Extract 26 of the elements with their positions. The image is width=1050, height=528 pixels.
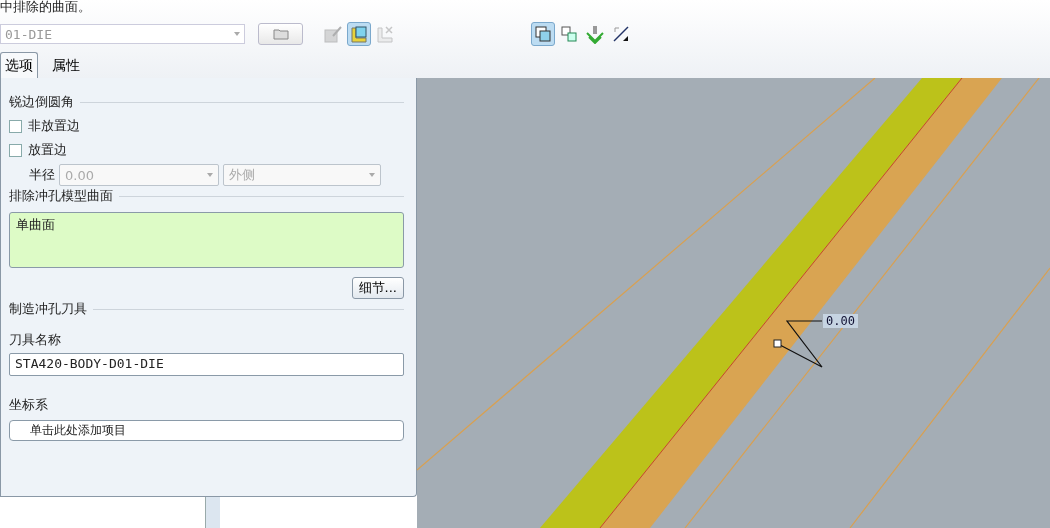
folder-icon — [272, 28, 289, 40]
drag-handle[interactable] — [773, 339, 782, 348]
dimension-leader-drawing — [779, 320, 823, 368]
coordinate-system-collector[interactable]: 单击此处添加项目 — [9, 420, 404, 441]
instruction-text: 中排除的曲面。 — [0, 0, 92, 16]
tool-name-field[interactable]: STA420-BODY-D01-DIE — [9, 353, 404, 376]
tab[interactable]: 属性 — [38, 54, 94, 78]
checkbox[interactable] — [9, 143, 22, 157]
dimension-value[interactable]: 0.00 — [823, 314, 858, 328]
radius-label: 半径 — [29, 166, 55, 184]
field-label: 刀具名称 — [9, 331, 62, 349]
copy-tool-button[interactable] — [531, 22, 555, 46]
surface-collector[interactable]: 单曲面 — [9, 212, 404, 268]
checkbox-label: 放置边 — [28, 141, 67, 159]
section-heading: 排除冲孔模型曲面 — [9, 187, 113, 205]
dropdown-arrow-icon — [234, 32, 240, 36]
splitter-bar[interactable] — [205, 497, 220, 528]
checkbox[interactable] — [9, 119, 22, 133]
tab[interactable]: 选项 — [0, 52, 38, 78]
section-heading: 锐边倒圆角 — [9, 93, 74, 111]
checkbox-label: 非放置边 — [28, 117, 80, 135]
open-button[interactable] — [258, 23, 303, 45]
details-button[interactable]: 细节... — [351, 277, 404, 299]
fill-tool-button[interactable] — [347, 22, 371, 46]
field-label: 坐标系 — [9, 396, 49, 414]
section-heading: 制造冲孔刀具 — [9, 300, 87, 318]
